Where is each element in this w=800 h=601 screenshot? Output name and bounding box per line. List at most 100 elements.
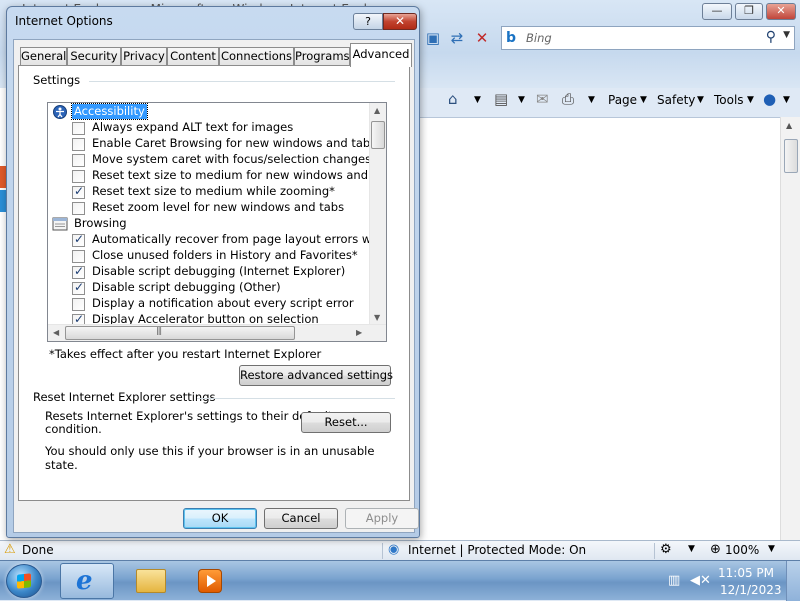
tree-vertical-scrollbar[interactable]: ▲ ▼ <box>369 103 386 326</box>
bing-icon: b <box>506 30 517 46</box>
tab-programs[interactable]: Programs <box>294 47 350 66</box>
scroll-right-icon[interactable]: ▶ <box>356 328 362 337</box>
zoom-dropdown-icon[interactable]: ▼ <box>768 544 775 554</box>
option-checkbox[interactable] <box>72 138 85 151</box>
option-label: Automatically recover from page layout e… <box>92 232 386 246</box>
refresh-icon[interactable]: ⇄ <box>446 28 468 48</box>
scroll-thumb[interactable] <box>371 121 385 149</box>
option-label: Close unused folders in History and Favo… <box>92 248 358 262</box>
ie-icon: e <box>76 566 93 596</box>
tools-dropdown-icon: ▼ <box>747 95 754 105</box>
page-menu[interactable]: Page <box>608 91 637 109</box>
browsing-icon <box>52 217 68 231</box>
scroll-up-icon[interactable]: ▲ <box>374 106 380 115</box>
safety-menu[interactable]: Safety <box>657 91 695 109</box>
option-checkbox[interactable] <box>72 170 85 183</box>
group-divider <box>197 398 395 399</box>
zoom-level[interactable]: 100% <box>725 543 759 557</box>
accessibility-icon <box>52 105 68 119</box>
search-input[interactable]: Bing <box>526 31 552 45</box>
tab-content[interactable]: Content <box>167 47 219 66</box>
page-dropdown-icon: ▼ <box>640 95 647 105</box>
show-desktop-button[interactable] <box>786 561 800 601</box>
restore-advanced-settings-button[interactable]: Restore advanced settings <box>239 365 393 386</box>
tab-privacy[interactable]: Privacy <box>121 47 167 66</box>
volume-muted-icon[interactable]: ◀✕ <box>690 573 711 588</box>
option-checkbox[interactable] <box>72 184 85 199</box>
option-label: Reset text size to medium while zooming* <box>92 184 335 198</box>
option-checkbox[interactable] <box>72 264 85 279</box>
scroll-down-icon[interactable]: ▼ <box>374 313 380 322</box>
apply-button[interactable]: Apply <box>345 508 419 529</box>
tools-menu[interactable]: Tools <box>714 91 744 109</box>
stop-icon[interactable]: ✕ <box>471 28 493 48</box>
chevron-down-icon[interactable]: ▼ <box>688 544 695 554</box>
dialog-title: Internet Options <box>15 14 113 28</box>
help-dropdown-icon[interactable]: ▼ <box>783 95 790 105</box>
start-button[interactable] <box>6 564 42 598</box>
help-button[interactable]: ? <box>353 13 383 30</box>
compatibility-view-icon[interactable]: ▣ <box>422 28 444 48</box>
advanced-tab-panel: Settings Accessibility Always expand ALT … <box>18 65 410 501</box>
option-checkbox[interactable] <box>72 122 85 135</box>
clock-date[interactable]: 12/1/2023 <box>720 583 782 597</box>
close-browser-button[interactable]: ✕ <box>766 3 796 20</box>
chevron-down-icon[interactable]: ▼ <box>783 30 790 40</box>
internet-options-dialog: Internet Options ? ✕ General Security Pr… <box>6 6 420 538</box>
scroll-grip-icon: ||| <box>156 326 162 335</box>
search-box[interactable]: b Bing ⚲ ▼ <box>501 26 795 50</box>
option-checkbox[interactable] <box>72 280 85 295</box>
home-dropdown-icon[interactable]: ▼ <box>474 95 481 105</box>
option-checkbox[interactable] <box>72 250 85 263</box>
reset-button[interactable]: Reset... <box>301 412 391 433</box>
option-label: Reset text size to medium for new window… <box>92 168 387 182</box>
scroll-up-icon[interactable]: ▲ <box>786 121 792 130</box>
taskbar-media-player[interactable] <box>184 563 238 599</box>
tab-general[interactable]: General <box>20 47 67 66</box>
security-zone[interactable]: Internet | Protected Mode: On <box>408 543 586 557</box>
feeds-icon[interactable]: ▤ <box>494 90 508 108</box>
option-label: Display a notification about every scrip… <box>92 296 354 310</box>
warning-icon: ⚠ <box>4 542 16 557</box>
globe-icon: ◉ <box>388 542 400 557</box>
help-icon[interactable]: ● <box>763 90 776 108</box>
page-scrollbar[interactable]: ▲ <box>780 117 800 540</box>
option-label: Enable Caret Browsing for new windows an… <box>92 136 377 150</box>
home-icon[interactable]: ⌂ <box>448 90 458 108</box>
option-checkbox[interactable] <box>72 202 85 215</box>
tab-connections[interactable]: Connections <box>219 47 294 66</box>
clock-time[interactable]: 11:05 PM <box>718 566 774 580</box>
option-checkbox[interactable] <box>72 298 85 311</box>
scroll-thumb[interactable] <box>784 139 798 173</box>
folder-icon <box>136 569 166 593</box>
settings-tree[interactable]: Accessibility Always expand ALT text for … <box>47 102 387 342</box>
taskbar-explorer[interactable] <box>124 563 178 599</box>
status-divider <box>654 543 655 559</box>
minimize-button[interactable]: — <box>702 3 732 20</box>
tab-advanced[interactable]: Advanced <box>350 43 412 67</box>
feeds-dropdown-icon[interactable]: ▼ <box>518 95 525 105</box>
close-button[interactable]: ✕ <box>383 13 417 30</box>
print-icon[interactable]: ⎙ <box>562 90 574 108</box>
status-divider <box>382 543 383 559</box>
cancel-button[interactable]: Cancel <box>264 508 338 529</box>
maximize-button[interactable]: ❐ <box>735 3 763 20</box>
option-checkbox[interactable] <box>72 232 85 247</box>
scroll-left-icon[interactable]: ◀ <box>53 328 59 337</box>
zoom-icon: ⊕ <box>710 542 721 557</box>
print-dropdown-icon[interactable]: ▼ <box>588 95 595 105</box>
scroll-thumb[interactable] <box>65 326 295 340</box>
option-label: Disable script debugging (Other) <box>92 280 281 294</box>
tree-horizontal-scrollbar[interactable]: ◀ ||| ▶ <box>48 324 386 341</box>
protected-mode-icon[interactable]: ⚙ <box>660 542 672 557</box>
option-label: Always expand ALT text for images <box>92 120 294 134</box>
search-icon[interactable]: ⚲ <box>766 29 776 45</box>
network-icon[interactable]: ▥ <box>668 573 680 588</box>
mail-icon[interactable]: ✉ <box>536 90 549 108</box>
restart-note: *Takes effect after you restart Internet… <box>49 347 322 361</box>
page-content <box>420 117 780 540</box>
taskbar-internet-explorer[interactable]: e <box>60 563 114 599</box>
tab-security[interactable]: Security <box>67 47 121 66</box>
option-checkbox[interactable] <box>72 154 85 167</box>
ok-button[interactable]: OK <box>183 508 257 529</box>
